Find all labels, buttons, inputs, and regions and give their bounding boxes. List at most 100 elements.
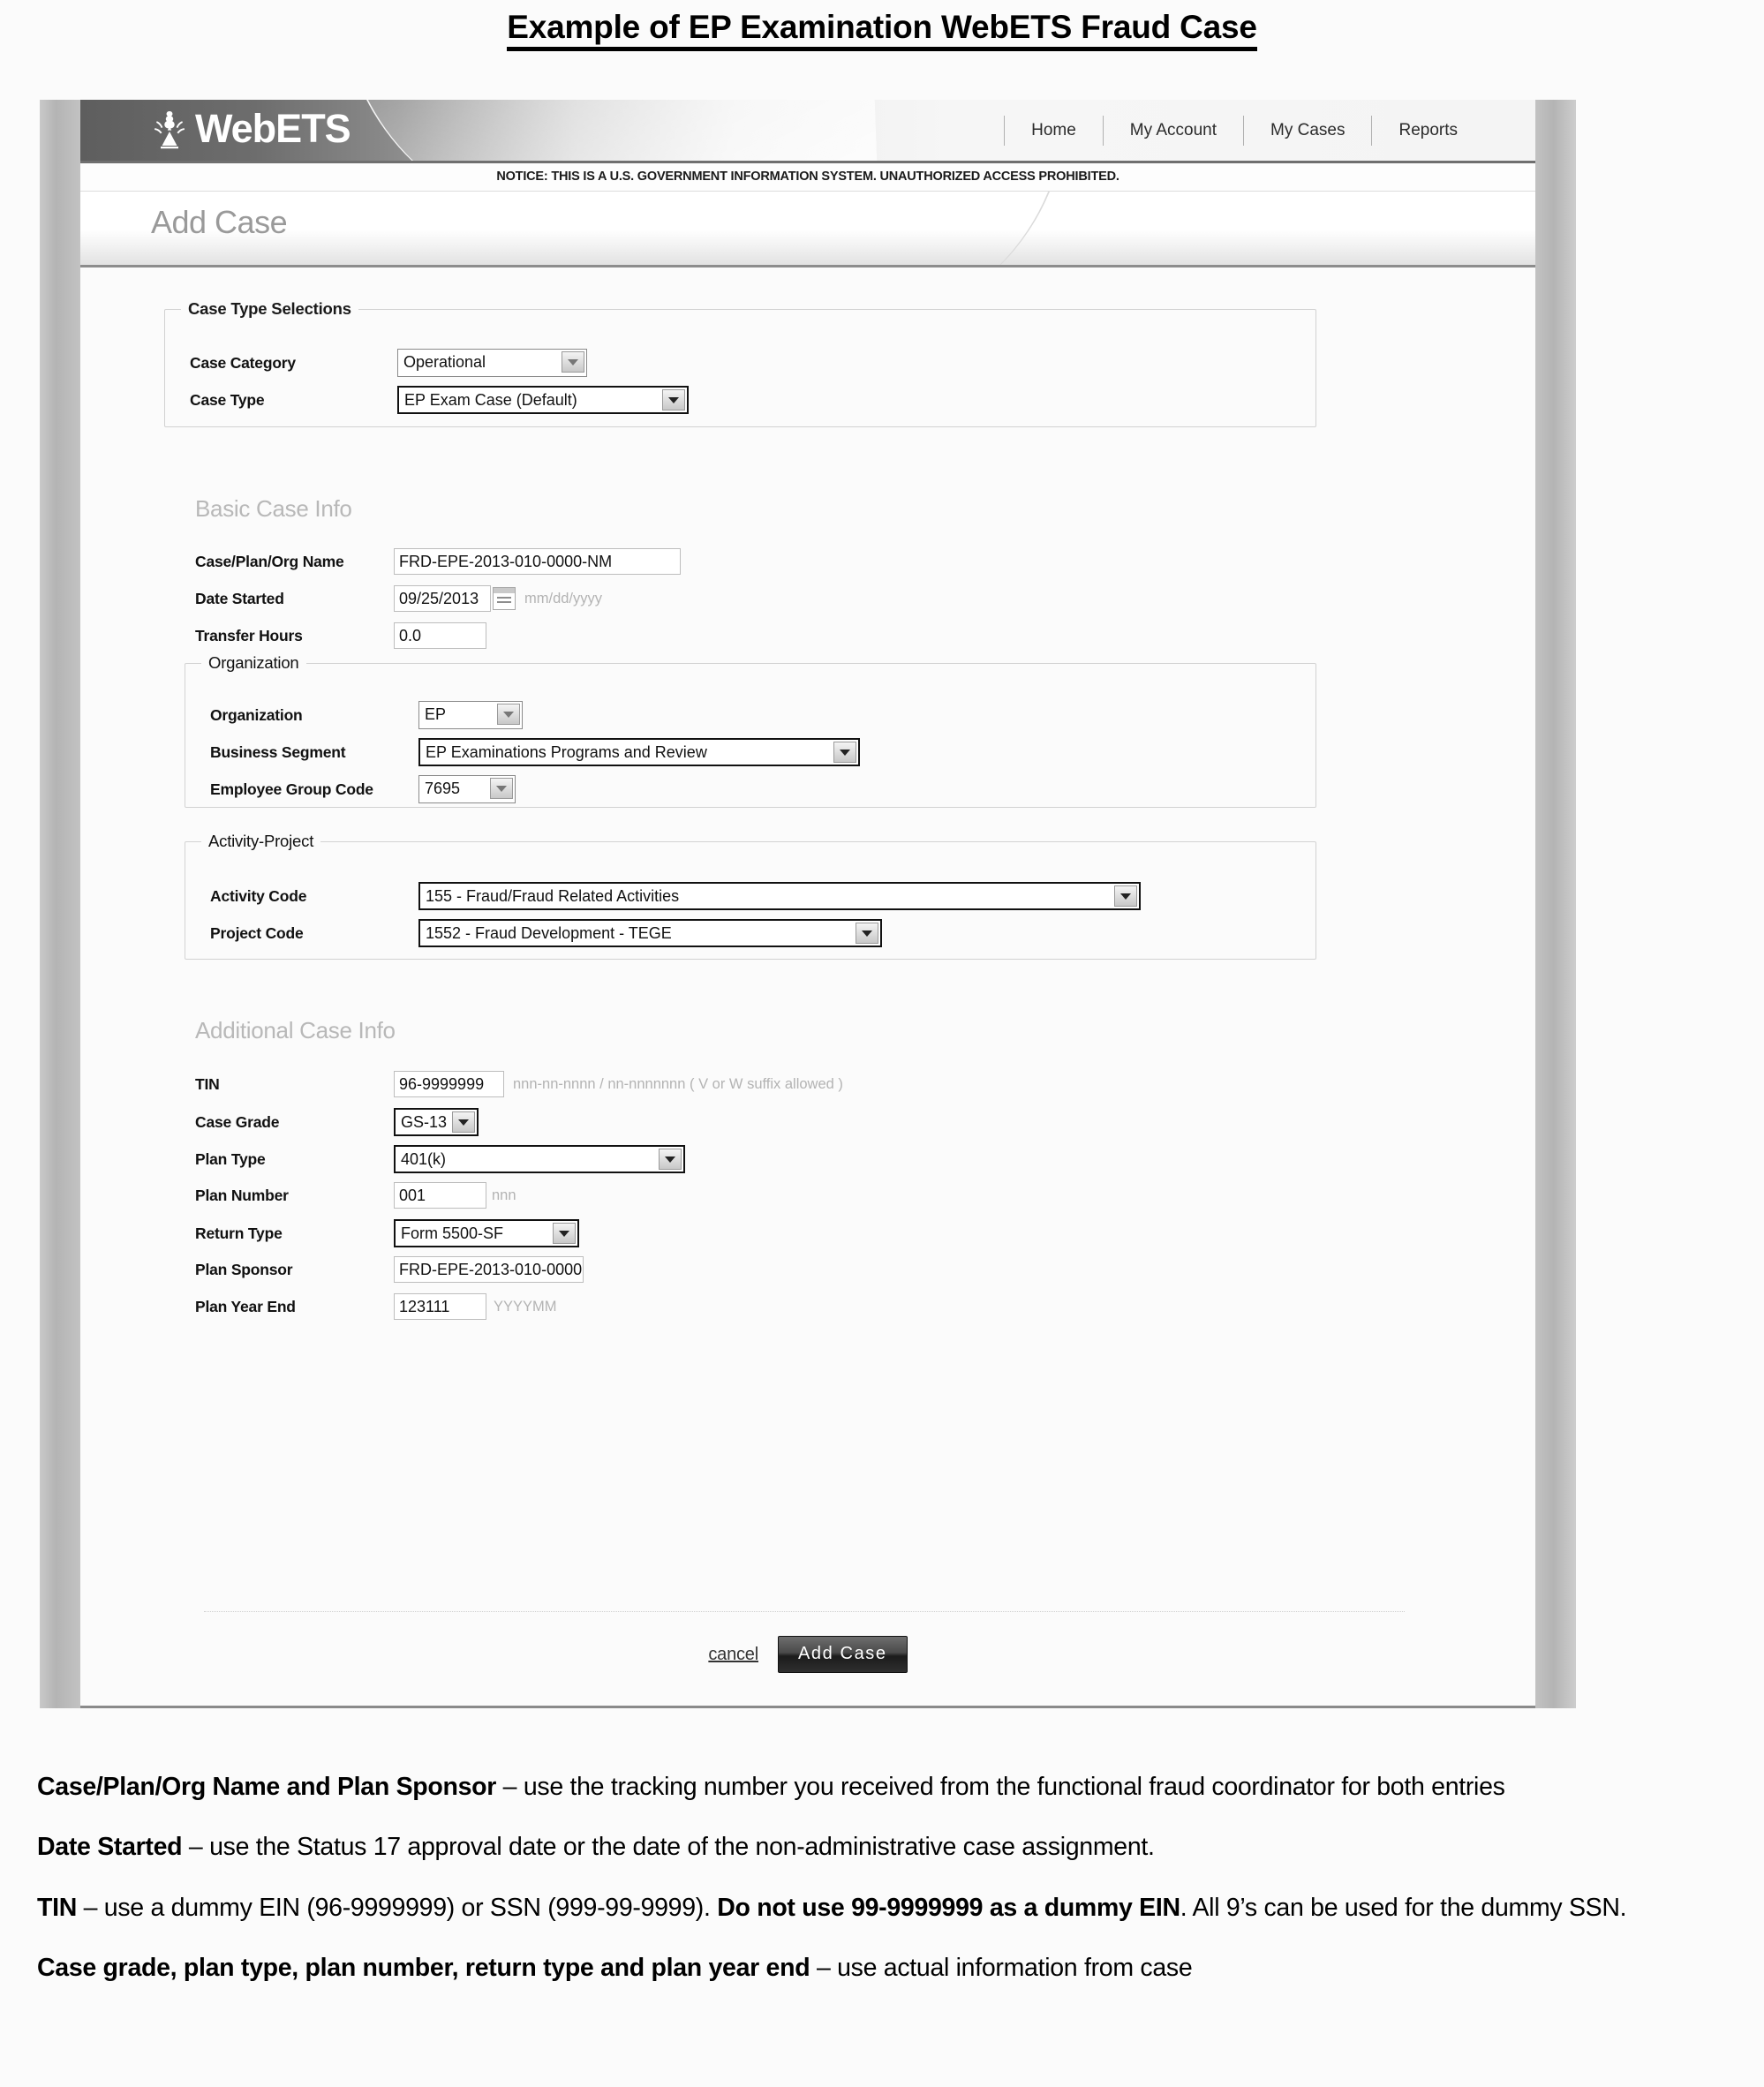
plan-sponsor-input[interactable]: FRD-EPE-2013-010-0000 [394, 1256, 584, 1283]
plan-number-input[interactable]: 001 [394, 1182, 486, 1209]
business-segment-value: EP Examinations Programs and Review [426, 743, 707, 761]
field-case-grade: Case Grade GS-13 [195, 1108, 479, 1136]
chevron-down-icon [490, 778, 513, 799]
page-header: Add Case [80, 192, 1535, 267]
basic-case-info-heading: Basic Case Info [195, 495, 352, 522]
tin-input[interactable]: 96-9999999 [394, 1071, 504, 1097]
note-case-grade: Case grade, plan type, plan number, retu… [37, 1950, 1729, 1985]
banner-swoosh-decoration [341, 100, 879, 161]
chevron-down-icon [562, 351, 584, 373]
field-employee-group-code: Employee Group Code 7695 [210, 775, 516, 803]
field-date-started: Date Started 09/25/2013 mm/dd/yyyy [195, 585, 602, 612]
case-category-value: Operational [403, 353, 486, 371]
case-type-label: Case Type [190, 390, 265, 409]
chevron-down-icon [553, 1223, 576, 1244]
note-tin: TIN – use a dummy EIN (96-9999999) or SS… [37, 1890, 1729, 1925]
note-3-bold: TIN [37, 1893, 78, 1922]
case-type-value: EP Exam Case (Default) [404, 391, 577, 409]
main-nav: Home My Account My Cases Reports [1004, 116, 1484, 146]
note-2-rest: – use the Status 17 approval date or the… [182, 1833, 1155, 1861]
actions-divider [204, 1611, 1405, 1612]
employee-group-code-value: 7695 [425, 780, 461, 797]
case-type-selections-legend: Case Type Selections [188, 299, 351, 318]
field-return-type: Return Type Form 5500-SF [195, 1219, 579, 1247]
field-case-plan-org-name: Case/Plan/Org Name FRD-EPE-2013-010-0000… [195, 548, 681, 575]
plan-year-end-input[interactable]: 123111 [394, 1293, 486, 1320]
document-title: Example of EP Examination WebETS Fraud C… [0, 9, 1764, 51]
note-1-rest: – use the tracking number you received f… [496, 1772, 1505, 1801]
transfer-hours-input[interactable]: 0.0 [394, 622, 486, 649]
irs-eagle-icon [155, 111, 185, 149]
browser-viewport: WebETS Home My Account My Cases Reports … [80, 100, 1535, 1708]
plan-sponsor-label: Plan Sponsor [195, 1260, 293, 1278]
note-1-bold: Case/Plan/Org Name and Plan Sponsor [37, 1772, 497, 1801]
nav-item-my-cases[interactable]: My Cases [1243, 116, 1371, 146]
activity-code-select[interactable]: 155 - Fraud/Fraud Related Activities [418, 882, 1141, 910]
field-plan-year-end: Plan Year End 123111 YYYYMM [195, 1293, 557, 1320]
additional-case-info-heading: Additional Case Info [195, 1017, 396, 1044]
field-case-category: Case Category Operational [190, 349, 587, 377]
return-type-select[interactable]: Form 5500-SF [394, 1219, 579, 1247]
webets-screenshot-frame: WebETS Home My Account My Cases Reports … [40, 100, 1576, 1708]
business-segment-select[interactable]: EP Examinations Programs and Review [418, 738, 860, 766]
field-organization: Organization EP [210, 701, 523, 729]
case-plan-org-name-label: Case/Plan/Org Name [195, 552, 344, 570]
brand-name: WebETS [195, 106, 351, 151]
plan-number-label: Plan Number [195, 1186, 289, 1204]
field-case-type: Case Type EP Exam Case (Default) [190, 386, 689, 414]
nav-item-home[interactable]: Home [1004, 116, 1103, 146]
note-3-rest2: . All 9’s can be used for the dummy SSN. [1180, 1893, 1627, 1922]
organization-select[interactable]: EP [418, 701, 523, 729]
activity-code-label: Activity Code [210, 886, 307, 905]
cancel-link[interactable]: cancel [708, 1645, 758, 1665]
nav-item-reports[interactable]: Reports [1371, 116, 1484, 146]
chevron-down-icon [452, 1111, 475, 1133]
employee-group-code-select[interactable]: 7695 [418, 775, 516, 803]
field-business-segment: Business Segment EP Examinations Program… [210, 738, 860, 766]
field-project-code: Project Code 1552 - Fraud Development - … [210, 919, 882, 947]
chevron-down-icon [659, 1149, 682, 1170]
field-plan-type: Plan Type 401(k) [195, 1145, 685, 1173]
case-grade-value: GS-13 [401, 1113, 448, 1131]
chevron-down-icon [856, 923, 878, 944]
case-grade-select[interactable]: GS-13 [394, 1108, 479, 1136]
date-started-hint: mm/dd/yyyy [524, 590, 603, 607]
activity-code-value: 155 - Fraud/Fraud Related Activities [426, 887, 680, 905]
project-code-select[interactable]: 1552 - Fraud Development - TEGE [418, 919, 882, 947]
plan-year-end-label: Plan Year End [195, 1297, 296, 1315]
chevron-down-icon [497, 704, 520, 725]
organization-legend: Organization [208, 653, 299, 672]
chevron-down-icon [1114, 885, 1137, 907]
tin-hint: nnn-nn-nnnn / nn-nnnnnnn ( V or W suffix… [513, 1075, 843, 1092]
note-3-rest: – use a dummy EIN (96-9999999) or SSN (9… [77, 1893, 718, 1922]
note-3-bold2: Do not use 99-9999999 as a dummy EIN [717, 1893, 1180, 1922]
project-code-value: 1552 - Fraud Development - TEGE [426, 924, 672, 942]
field-plan-number: Plan Number 001 nnn [195, 1182, 516, 1209]
activity-project-fieldset: Activity-Project Activity Code 155 - Fra… [185, 832, 1316, 960]
return-type-value: Form 5500-SF [401, 1224, 504, 1242]
page-title: Add Case [151, 204, 288, 240]
calendar-icon[interactable] [493, 587, 516, 610]
case-category-label: Case Category [190, 353, 296, 372]
return-type-label: Return Type [195, 1224, 283, 1242]
plan-type-label: Plan Type [195, 1149, 266, 1168]
add-case-button[interactable]: Add Case [777, 1636, 908, 1673]
nav-item-my-account[interactable]: My Account [1102, 116, 1243, 146]
security-notice-bar: NOTICE: THIS IS A U.S. GOVERNMENT INFORM… [80, 163, 1535, 192]
brand-logo[interactable]: WebETS [151, 108, 351, 150]
case-category-select[interactable]: Operational [397, 349, 587, 377]
field-transfer-hours: Transfer Hours 0.0 [195, 622, 486, 649]
notes-list: Case/Plan/Org Name and Plan Sponsor – us… [37, 1744, 1729, 2005]
chevron-down-icon [662, 389, 685, 411]
browser-edge-left [40, 100, 80, 1708]
date-started-input[interactable]: 09/25/2013 [394, 585, 491, 612]
plan-year-end-hint: YYYYMM [494, 1298, 557, 1315]
organization-label: Organization [210, 705, 303, 724]
plan-type-select[interactable]: 401(k) [394, 1145, 685, 1173]
date-started-label: Date Started [195, 589, 284, 607]
case-type-selections-fieldset: Case Type Selections Case Category Opera… [164, 299, 1316, 427]
app-banner: WebETS Home My Account My Cases Reports [80, 100, 1535, 163]
case-plan-org-name-input[interactable]: FRD-EPE-2013-010-0000-NM [394, 548, 681, 575]
case-type-select[interactable]: EP Exam Case (Default) [397, 386, 689, 414]
employee-group-code-label: Employee Group Code [210, 780, 373, 798]
